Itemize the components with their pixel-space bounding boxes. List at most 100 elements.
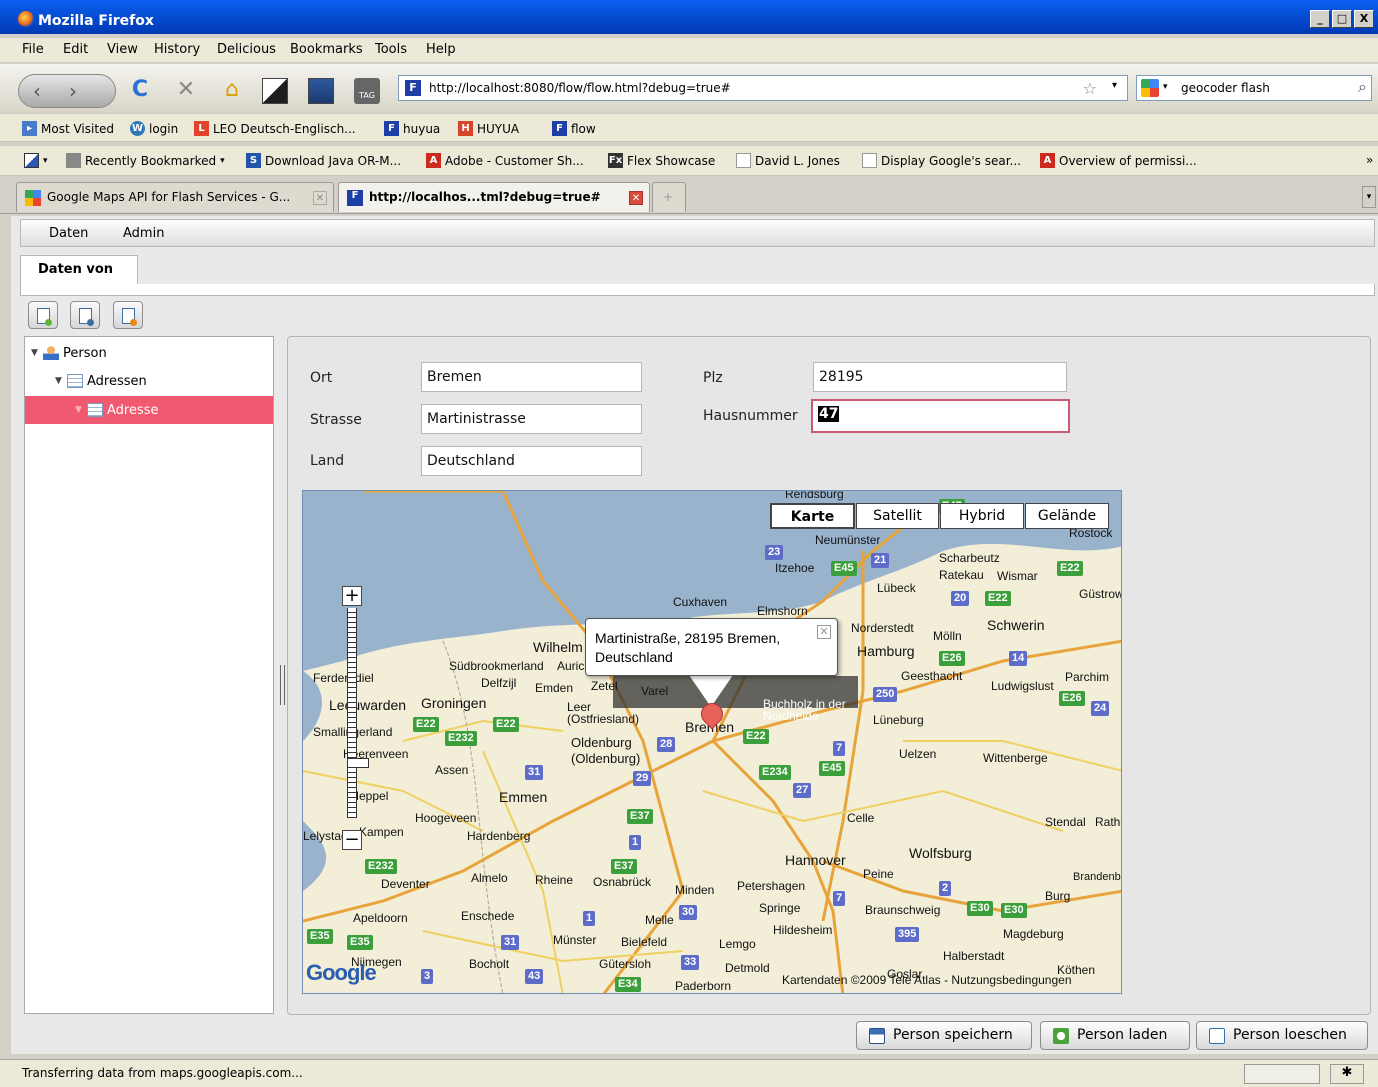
bookmark-most-visited[interactable]: ▸ Most Visited (22, 121, 114, 136)
tab-localhost[interactable]: F http://localhos...tml?debug=true# ✕ (338, 182, 650, 212)
tab-list-chevron-icon[interactable]: ▾ (1362, 186, 1376, 208)
bookmark-leo[interactable]: L LEO Deutsch-Englisch... (194, 121, 356, 136)
map-city-label: Paderborn (675, 979, 732, 993)
menu-history[interactable]: History (154, 42, 200, 57)
google-search-icon[interactable] (1141, 79, 1159, 97)
new-tab-button[interactable]: + (652, 182, 686, 212)
search-input[interactable]: geocoder flash (1181, 81, 1270, 95)
person-laden-button[interactable]: Person laden (1040, 1021, 1190, 1050)
url-text[interactable]: http://localhost:8080/flow/flow.html?deb… (429, 81, 731, 95)
maximize-button[interactable]: □ (1332, 10, 1352, 28)
zoom-slider-thumb[interactable] (347, 758, 369, 768)
plz-field[interactable]: 28195 (813, 362, 1067, 392)
toolbar-addon-icon[interactable] (262, 78, 288, 104)
land-field[interactable]: Deutschland (421, 446, 642, 476)
google-logo[interactable]: Google (306, 960, 377, 986)
tree-node-person[interactable]: ▼ Person (25, 339, 273, 367)
minimize-button[interactable]: _ (1310, 10, 1330, 28)
person-loeschen-button[interactable]: Person loeschen (1196, 1021, 1368, 1050)
menu-bookmarks[interactable]: Bookmarks (290, 42, 363, 57)
entity-tree[interactable]: ▼ Person ▼ Adressen ▼ Adresse (24, 336, 274, 1014)
road-shield: 43 (525, 969, 544, 984)
expand-arrow-icon[interactable]: ▼ (55, 376, 67, 386)
delicious-button[interactable]: ▾ (24, 153, 48, 168)
search-engine-dropdown-icon[interactable]: ▾ (1163, 82, 1168, 92)
strasse-field[interactable]: Martinistrasse (421, 404, 642, 434)
back-forward-buttons[interactable]: ‹ › (18, 74, 116, 108)
search-bar[interactable]: ▾ geocoder flash ⌕ (1136, 75, 1372, 101)
new-record-button[interactable] (28, 301, 58, 329)
google-map[interactable]: Rendsburg Rostock Neumünster Itzehoe Sch… (302, 490, 1122, 994)
map-zoom-control[interactable]: + − (342, 586, 369, 850)
bookmark-huyua[interactable]: Fhuyua (384, 121, 440, 136)
road-shield: E45 (831, 561, 857, 576)
bookmark-overview-permissions[interactable]: A Overview of permissi... (1040, 153, 1197, 168)
bookmark-recently-bookmarked[interactable]: Recently Bookmarked ▾ (66, 153, 225, 168)
copy-record-button[interactable] (70, 301, 100, 329)
tree-node-adressen[interactable]: ▼ Adressen (25, 367, 273, 395)
stop-icon[interactable]: ✕ (172, 76, 200, 104)
map-city-label: Gütersloh (599, 957, 652, 971)
reload-icon[interactable]: C (126, 76, 154, 104)
menu-help[interactable]: Help (426, 42, 456, 57)
forward-icon[interactable]: › (69, 79, 77, 103)
hausnummer-field[interactable]: 47 (811, 399, 1070, 433)
tab-daten-von[interactable]: Daten von (20, 255, 138, 285)
tab-panel (20, 284, 1375, 296)
menu-delicious[interactable]: Delicious (217, 42, 276, 57)
menu-tools[interactable]: Tools (375, 42, 407, 57)
status-addon-icons[interactable] (1244, 1064, 1320, 1084)
bookmark-david-jones[interactable]: David L. Jones (736, 153, 840, 168)
bookmark-login[interactable]: Wlogin (130, 121, 178, 136)
bookmark-flex-showcase[interactable]: Fx Flex Showcase (608, 153, 715, 168)
map-city-label: Brandenburg an der Havel (1073, 871, 1121, 883)
star-icon[interactable]: ☆ (1083, 79, 1097, 98)
tag-icon[interactable]: TAG (354, 78, 380, 104)
search-icon[interactable]: ⌕ (1358, 77, 1367, 97)
delicious-toolbar: ▾ Recently Bookmarked ▾ S Download Java OR… (0, 146, 1378, 176)
flash-icon: F (347, 190, 363, 206)
bookmark-adobe[interactable]: A Adobe - Customer Sh... (426, 153, 584, 168)
app-menu-daten[interactable]: Daten (49, 226, 88, 241)
tab-close-icon[interactable]: ✕ (629, 191, 643, 205)
map-type-satellit-button[interactable]: Satellit (856, 503, 939, 529)
bookmarks-overflow-chevron-icon[interactable]: » (1366, 153, 1373, 167)
delete-record-button[interactable] (113, 301, 143, 329)
menu-view[interactable]: View (107, 42, 138, 57)
close-button[interactable]: X (1354, 10, 1374, 28)
home-icon[interactable]: ⌂ (218, 76, 246, 104)
zoom-in-button[interactable]: + (342, 586, 362, 606)
chevron-down-icon[interactable]: ▾ (1112, 80, 1117, 91)
hausnummer-value[interactable]: 47 (818, 406, 840, 422)
split-divider-handle[interactable] (280, 665, 285, 705)
bookmark-download-java[interactable]: S Download Java OR-M... (246, 153, 401, 168)
person-speichern-button[interactable]: Person speichern (856, 1021, 1032, 1050)
app-menu-admin[interactable]: Admin (123, 226, 164, 241)
map-city-label: Parchim (1065, 670, 1110, 684)
toolbar-save-icon[interactable] (308, 78, 334, 104)
menu-file[interactable]: File (22, 42, 44, 57)
bookmark-flow[interactable]: Fflow (552, 121, 596, 136)
road-shield: 30 (679, 905, 698, 920)
map-type-gelaende-button[interactable]: Gelände (1025, 503, 1109, 529)
map-type-hybrid-button[interactable]: Hybrid (940, 503, 1024, 529)
back-icon[interactable]: ‹ (33, 79, 41, 103)
tree-node-adresse[interactable]: ▼ Adresse (25, 396, 273, 424)
map-city-label: Detmold (725, 961, 770, 975)
menu-edit[interactable]: Edit (63, 42, 88, 57)
huyua-icon: H (458, 121, 473, 136)
bookmark-display-google[interactable]: Display Google's sear... (862, 153, 1021, 168)
tab-close-icon[interactable]: ✕ (313, 191, 327, 205)
zoom-out-button[interactable]: − (342, 830, 362, 850)
url-bar[interactable]: F http://localhost:8080/flow/flow.html?d… (398, 75, 1128, 101)
zoom-slider-track[interactable] (347, 608, 369, 818)
flash-icon: F (384, 121, 399, 136)
expand-arrow-icon[interactable]: ▼ (75, 405, 87, 415)
bookmark-huyua-caps[interactable]: H HUYUA (458, 121, 519, 136)
info-window-close-icon[interactable]: ✕ (817, 625, 831, 639)
map-type-karte-button[interactable]: Karte (770, 503, 855, 529)
tab-google-maps[interactable]: Google Maps API for Flash Services - G..… (16, 182, 334, 212)
bug-icon[interactable]: ✱ (1330, 1064, 1364, 1084)
expand-arrow-icon[interactable]: ▼ (31, 348, 43, 358)
ort-field[interactable]: Bremen (421, 362, 642, 392)
